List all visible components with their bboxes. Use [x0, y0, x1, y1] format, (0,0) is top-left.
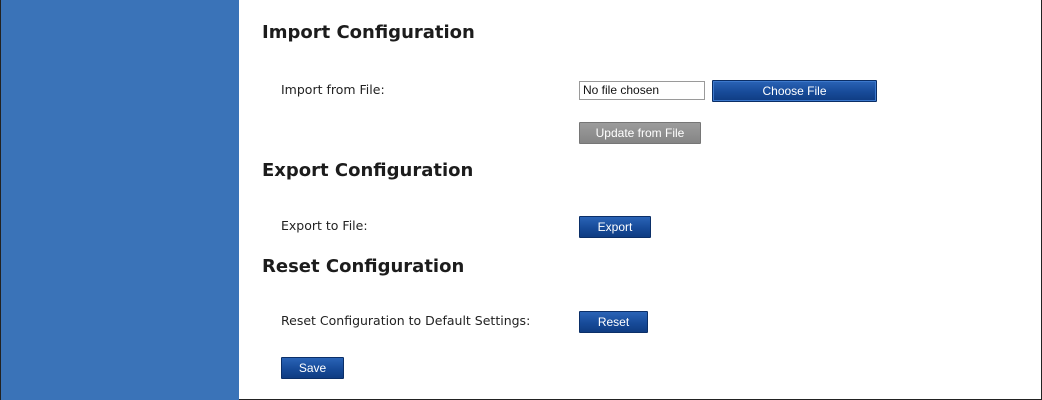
choose-file-button[interactable]: Choose File — [712, 80, 877, 102]
file-chosen-field[interactable]: No file chosen — [579, 81, 705, 100]
reset-to-default-label: Reset Configuration to Default Settings: — [281, 313, 531, 328]
reset-button[interactable]: Reset — [579, 311, 648, 333]
save-button[interactable]: Save — [281, 357, 344, 379]
export-to-file-label: Export to File: — [281, 218, 368, 233]
sidebar — [1, 0, 239, 400]
export-configuration-title: Export Configuration — [262, 160, 474, 181]
import-configuration-title: Import Configuration — [262, 22, 475, 43]
main-content: Import Configuration Import from File: N… — [239, 0, 1041, 399]
page-frame: Import Configuration Import from File: N… — [0, 0, 1042, 400]
update-from-file-button[interactable]: Update from File — [579, 122, 701, 144]
export-button[interactable]: Export — [579, 216, 651, 238]
reset-configuration-title: Reset Configuration — [262, 256, 465, 277]
import-from-file-label: Import from File: — [281, 82, 385, 97]
